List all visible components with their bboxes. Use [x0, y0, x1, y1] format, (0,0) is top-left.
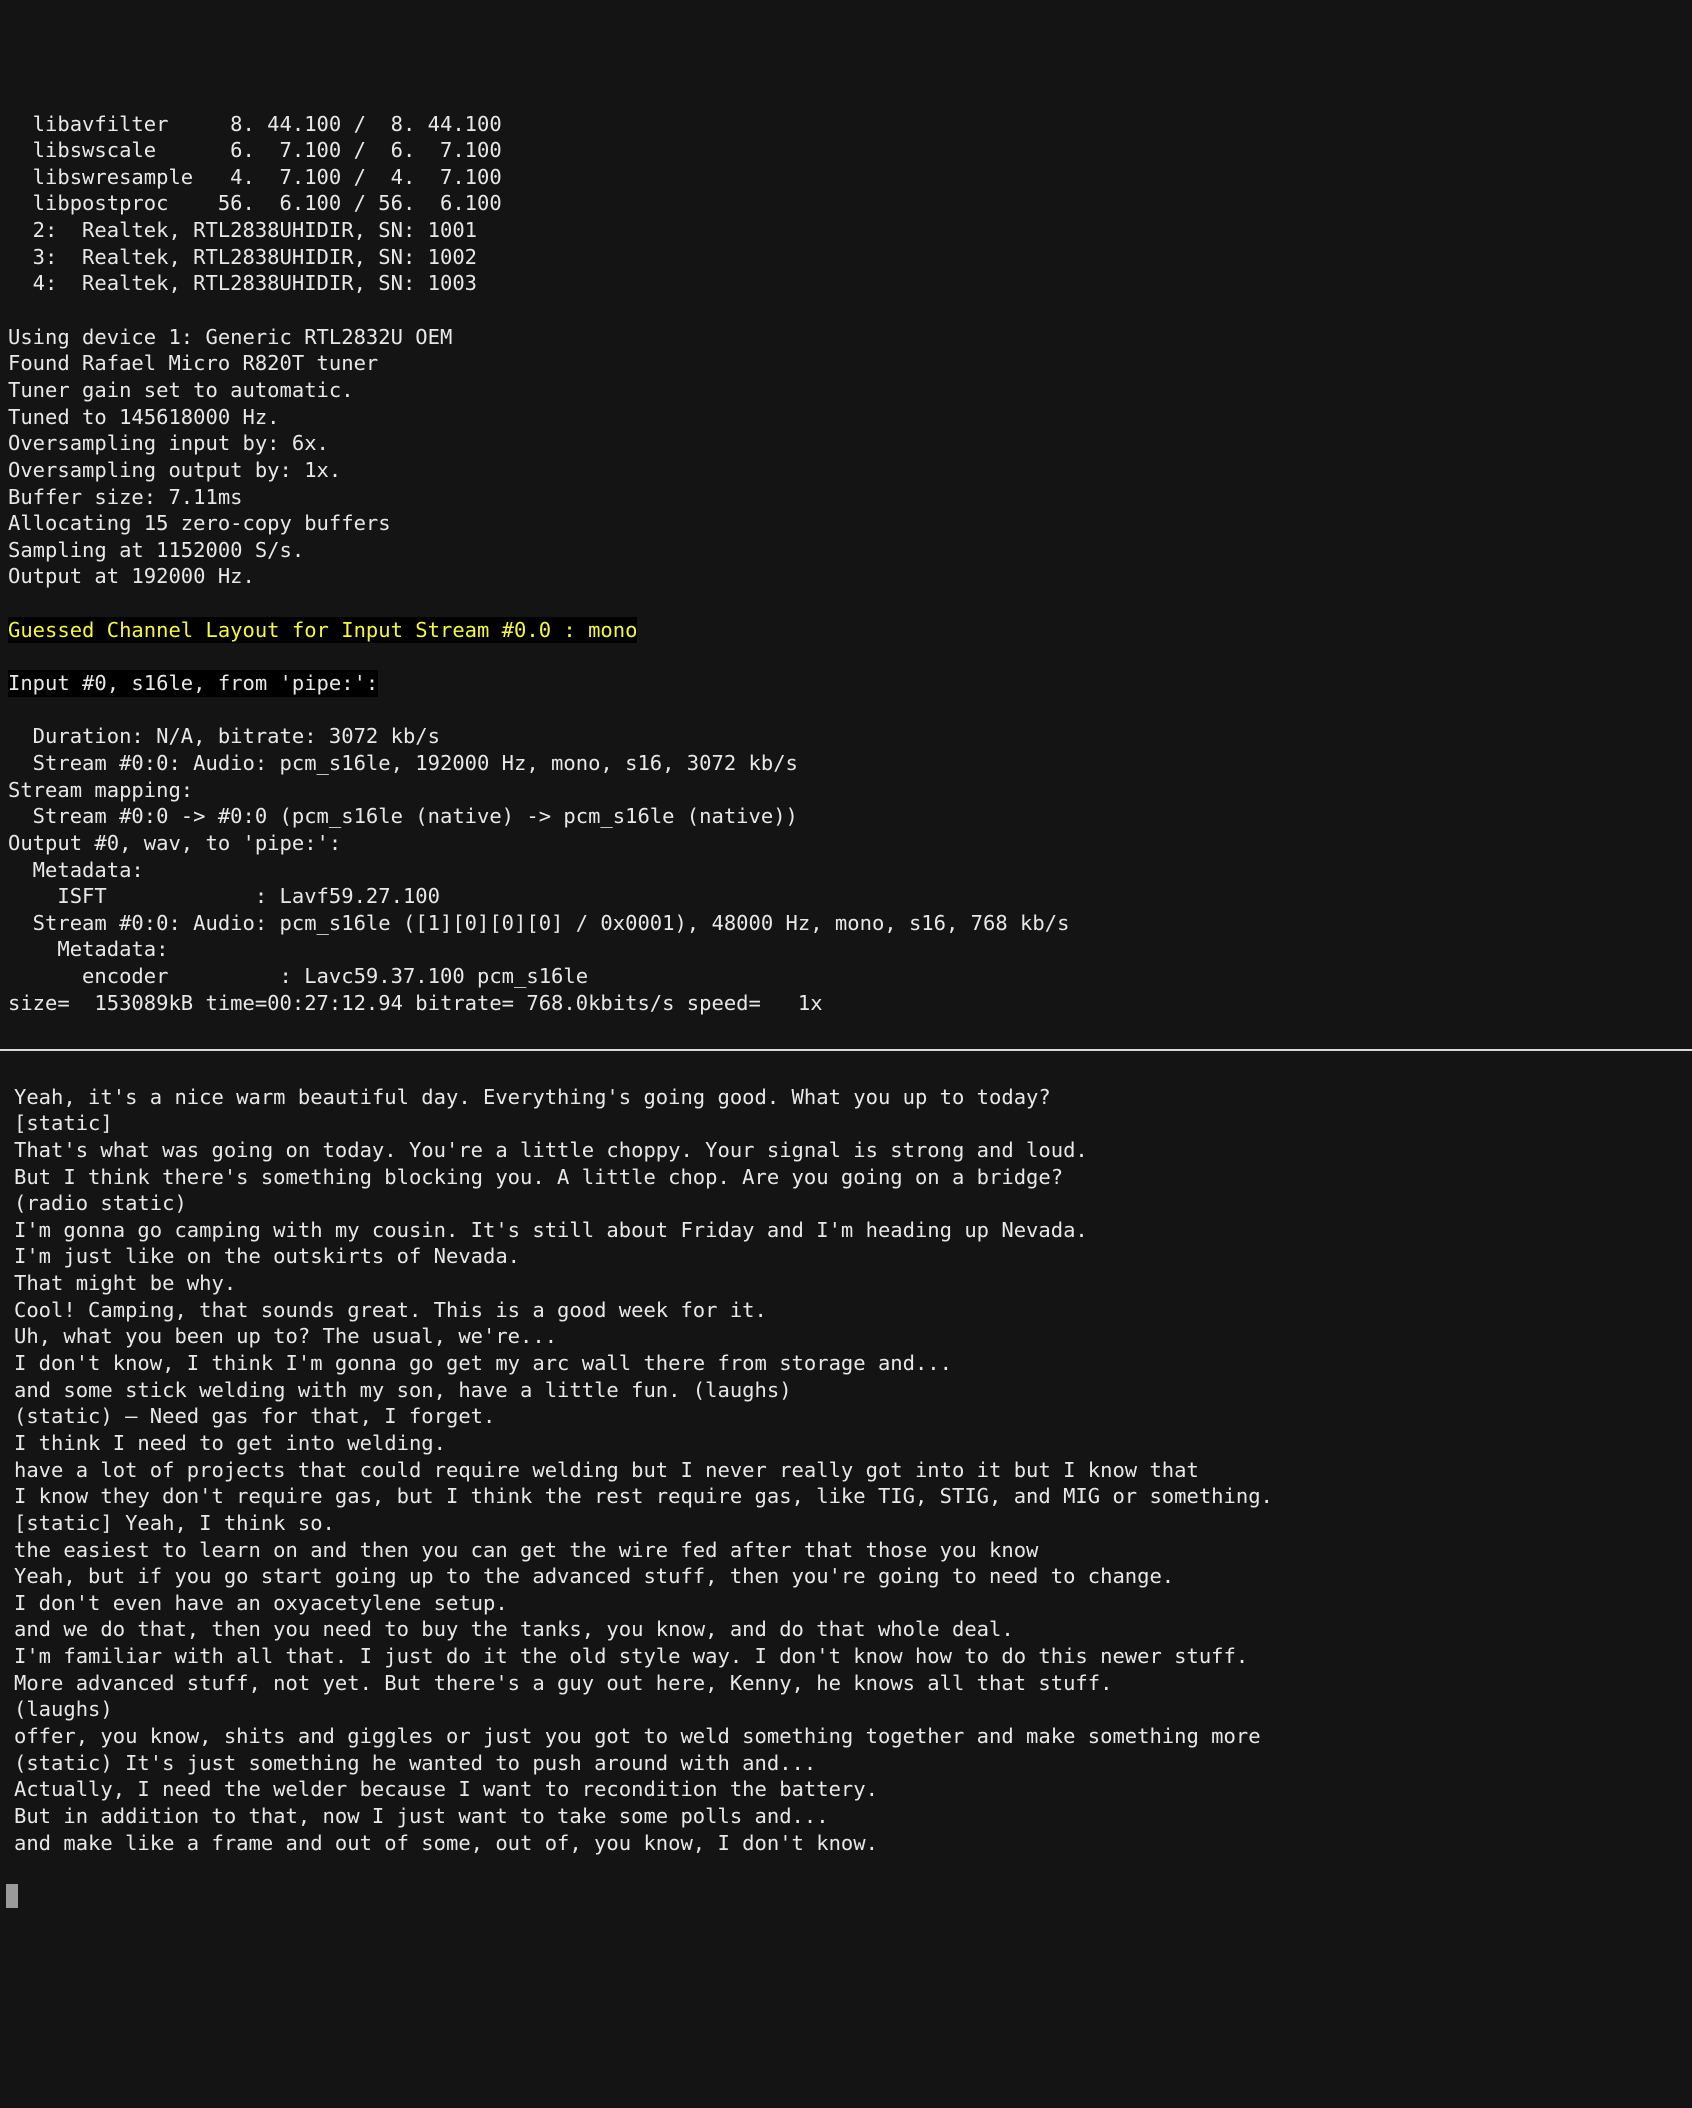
transcript-line: have a lot of projects that could requir… [14, 1457, 1678, 1484]
log-line: Tuner gain set to automatic. [0, 377, 1692, 404]
transcript-line: I'm gonna go camping with my cousin. It'… [14, 1217, 1678, 1244]
log-line: Stream #0:0: Audio: pcm_s16le, 192000 Hz… [0, 750, 1692, 777]
log-line: Buffer size: 7.11ms [0, 484, 1692, 511]
transcript-line: That might be why. [14, 1270, 1678, 1297]
log-line: libavfilter 8. 44.100 / 8. 44.100 [0, 111, 1692, 138]
highlight-yellow: Guessed Channel Layout for Input Stream … [8, 617, 637, 644]
log-line: Output at 192000 Hz. [0, 563, 1692, 590]
log-line: Sampling at 1152000 S/s. [0, 537, 1692, 564]
transcript-line: I don't even have an oxyacetylene setup. [14, 1590, 1678, 1617]
log-line: ISFT : Lavf59.27.100 [0, 883, 1692, 910]
log-line: Allocating 15 zero-copy buffers [0, 510, 1692, 537]
transcript-line: and we do that, then you need to buy the… [14, 1616, 1678, 1643]
log-line: Stream #0:0: Audio: pcm_s16le ([1][0][0]… [0, 910, 1692, 937]
input-pipe-line: Input #0, s16le, from 'pipe:': [0, 670, 1692, 697]
log-line: Stream mapping: [0, 777, 1692, 804]
transcript-line: I don't know, I think I'm gonna go get m… [14, 1350, 1678, 1377]
log-line: Oversampling output by: 1x. [0, 457, 1692, 484]
log-line: Metadata: [0, 936, 1692, 963]
transcript-line: [static] Yeah, I think so. [14, 1510, 1678, 1537]
log-line: libswscale 6. 7.100 / 6. 7.100 [0, 137, 1692, 164]
transcript-line: (laughs) [14, 1696, 1678, 1723]
transcript-line: Cool! Camping, that sounds great. This i… [14, 1297, 1678, 1324]
log-line: 4: Realtek, RTL2838UHIDIR, SN: 1003 [0, 270, 1692, 297]
guessed-channel-line: Guessed Channel Layout for Input Stream … [0, 617, 1692, 644]
transcript-line: I know they don't require gas, but I thi… [14, 1483, 1678, 1510]
log-line: libpostproc 56. 6.100 / 56. 6.100 [0, 190, 1692, 217]
transcript-line: and make like a frame and out of some, o… [14, 1830, 1678, 1857]
log-line: Metadata: [0, 857, 1692, 884]
transcript-line: But in addition to that, now I just want… [14, 1803, 1678, 1830]
transcript-line: (radio static) [14, 1190, 1678, 1217]
log-line: size= 153089kB time=00:27:12.94 bitrate=… [0, 990, 1692, 1017]
terminal-output-mid: Duration: N/A, bitrate: 3072 kb/s Stream… [0, 723, 1692, 1016]
pane-divider[interactable] [0, 1049, 1692, 1051]
log-line: encoder : Lavc59.37.100 pcm_s16le [0, 963, 1692, 990]
log-line: 3: Realtek, RTL2838UHIDIR, SN: 1002 [0, 244, 1692, 271]
log-line: Using device 1: Generic RTL2832U OEM [0, 324, 1692, 351]
transcript-line: That's what was going on today. You're a… [14, 1137, 1678, 1164]
transcript-line: offer, you know, shits and giggles or ju… [14, 1723, 1678, 1750]
transcript-line: (static) — Need gas for that, I forget. [14, 1403, 1678, 1430]
cursor [6, 1884, 18, 1908]
log-line: 2: Realtek, RTL2838UHIDIR, SN: 1001 [0, 217, 1692, 244]
transcript-line: and some stick welding with my son, have… [14, 1377, 1678, 1404]
log-line: Stream #0:0 -> #0:0 (pcm_s16le (native) … [0, 803, 1692, 830]
log-line: Found Rafael Micro R820T tuner [0, 350, 1692, 377]
transcript-block: Yeah, it's a nice warm beautiful day. Ev… [0, 1084, 1692, 1857]
log-line: Output #0, wav, to 'pipe:': [0, 830, 1692, 857]
transcript-line: I'm just like on the outskirts of Nevada… [14, 1243, 1678, 1270]
log-line: Duration: N/A, bitrate: 3072 kb/s [0, 723, 1692, 750]
transcript-line: [static] [14, 1110, 1678, 1137]
transcript-line: But I think there's something blocking y… [14, 1164, 1678, 1191]
transcript-line: More advanced stuff, not yet. But there'… [14, 1670, 1678, 1697]
log-line: Tuned to 145618000 Hz. [0, 404, 1692, 431]
transcript-line: I'm familiar with all that. I just do it… [14, 1643, 1678, 1670]
log-line: libswresample 4. 7.100 / 4. 7.100 [0, 164, 1692, 191]
transcript-line: (static) It's just something he wanted t… [14, 1750, 1678, 1777]
transcript-line: the easiest to learn on and then you can… [14, 1537, 1678, 1564]
transcript-line: Uh, what you been up to? The usual, we'r… [14, 1323, 1678, 1350]
terminal-output-top: libavfilter 8. 44.100 / 8. 44.100 libsws… [0, 111, 1692, 591]
transcript-line: Yeah, but if you go start going up to th… [14, 1563, 1678, 1590]
transcript-line: I think I need to get into welding. [14, 1430, 1678, 1457]
log-line: Oversampling input by: 6x. [0, 430, 1692, 457]
log-line [0, 297, 1692, 324]
transcript-line: Yeah, it's a nice warm beautiful day. Ev… [14, 1084, 1678, 1111]
highlight-dark: Input #0, s16le, from 'pipe:': [8, 670, 378, 697]
transcript-line: Actually, I need the welder because I wa… [14, 1776, 1678, 1803]
